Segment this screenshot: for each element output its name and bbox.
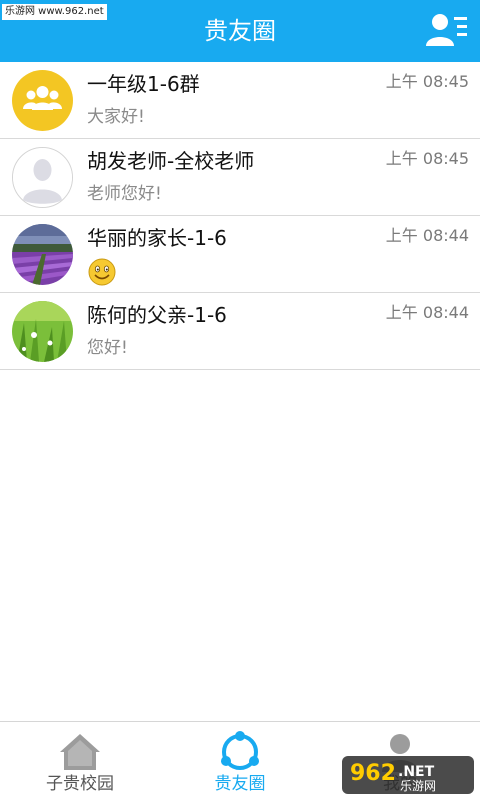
- conversation-time: 上午 08:45: [385, 72, 469, 91]
- tab-home[interactable]: 子贵校园: [0, 722, 160, 800]
- conversation-message: 您好!: [87, 338, 128, 358]
- conversation-message: 老师您好!: [87, 184, 162, 204]
- lavender-field-photo: [12, 224, 73, 285]
- contacts-menu-icon: [426, 14, 467, 46]
- conversation-name: 陈何的父亲-1-6: [87, 303, 227, 327]
- conversation-name: 华丽的家长-1-6: [87, 226, 227, 250]
- conversation-item[interactable]: 华丽的家长-1-6 上午 08:44: [0, 216, 480, 293]
- share-circle-icon: [221, 731, 259, 770]
- svg-text:962: 962: [350, 761, 396, 786]
- group-icon: [23, 86, 62, 110]
- bottom-nav: 子贵校园 贵友圈 我的 962 .NET 乐游网: [0, 721, 480, 800]
- conversation-item[interactable]: 胡发老师-全校老师 上午 08:45 老师您好!: [0, 139, 480, 216]
- grass-photo: [12, 301, 73, 362]
- lavender-field-avatar: [12, 224, 73, 285]
- tab-circle[interactable]: 贵友圈: [160, 722, 320, 800]
- conversation-time: 上午 08:44: [385, 226, 469, 245]
- top-bar: 乐游网 www.962.net 贵友圈: [0, 0, 480, 62]
- contacts-button[interactable]: [426, 10, 470, 50]
- watermark-logo: 962 .NET 乐游网: [342, 750, 474, 796]
- page-title: 贵友圈: [204, 17, 276, 45]
- conversation-item[interactable]: 一年级1-6群 上午 08:45 大家好!: [0, 62, 480, 139]
- tab-circle-label: 贵友圈: [214, 774, 266, 794]
- tab-home-label: 子贵校园: [46, 774, 114, 794]
- svg-text:.NET: .NET: [398, 764, 435, 780]
- default-avatar: [12, 147, 73, 208]
- conversation-message: 大家好!: [87, 107, 145, 127]
- smiley-emoji-icon: [88, 258, 116, 286]
- conversation-item[interactable]: 陈何的父亲-1-6 上午 08:44 您好!: [0, 293, 480, 370]
- conversation-time: 上午 08:45: [385, 149, 469, 168]
- svg-text:乐游网: 乐游网: [400, 779, 436, 793]
- conversation-name: 胡发老师-全校老师: [87, 149, 255, 173]
- conversation-name: 一年级1-6群: [87, 72, 200, 96]
- home-icon: [60, 734, 100, 770]
- grass-avatar: [12, 301, 73, 362]
- group-avatar: [12, 70, 73, 131]
- conversation-list: 一年级1-6群 上午 08:45 大家好! 胡发老师-全校老师 上午 08:45…: [0, 62, 480, 370]
- person-silhouette-icon: [13, 148, 72, 207]
- conversation-time: 上午 08:44: [385, 303, 469, 322]
